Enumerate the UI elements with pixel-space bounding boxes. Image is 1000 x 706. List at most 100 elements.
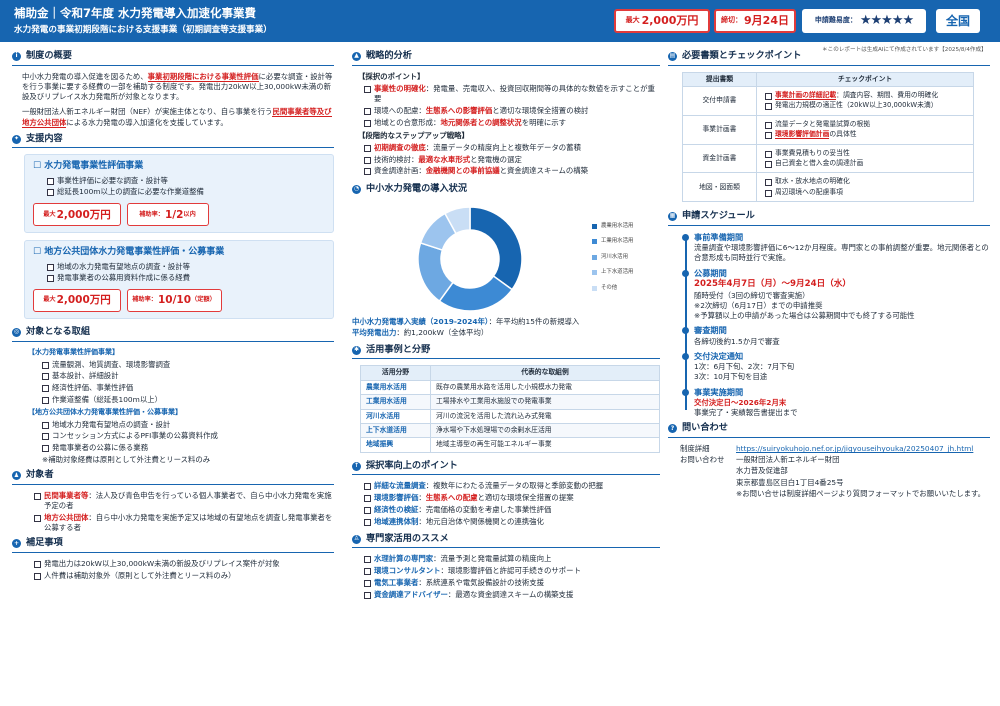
list-item: 水理計算の専門家：流量予測と発電量試算の精度向上	[352, 554, 660, 564]
deadline-badge: 締切： 9月24日	[714, 9, 796, 33]
list-item: 資金調達計画：金融機関との事前協議と資金調達スキームの構築	[352, 166, 660, 176]
support-box-2: ☐ 地方公共団体水力発電事業性評価・公募事業 地域の水力発電有望地点の調査・設計…	[24, 240, 334, 320]
timeline-step: 審査期間 各締切後約1.5か月で審査	[682, 325, 990, 347]
max-amount-badge: 最大 2,000万円	[614, 9, 710, 33]
table-row: 資金計画書 事業費見積もりの妥当性 自己資金と借入金の調達計画	[682, 143, 974, 174]
arrow-up-icon: ↑	[352, 461, 361, 471]
table-row: 河川水活用 河川の流況を活用した流れ込み式発電	[360, 408, 660, 424]
adoption-stats: 中小水力発電導入実績（2019-2024年）：年平均約15件の新規導入 平均発電…	[352, 317, 580, 337]
chart-legend: 農業用水活用 工業用水活用 河川水活用上下水道活用 その他	[592, 219, 633, 300]
legend-label: その他	[601, 284, 618, 291]
list-item: 地域の水力発電有望地点の調査・設計等	[33, 262, 325, 272]
list-item: 環境影響評価：生態系への配慮と適切な環境保全措置の提案	[352, 493, 660, 503]
list-item: 電気工事業者：系統連系や電気設備設計の技術支援	[352, 578, 660, 588]
legend-swatch	[592, 285, 597, 291]
list-item: 初期調査の徹底：流量データの精度向上と複数年データの蓄積	[352, 143, 660, 153]
strategy-heading: ▲ 戦略的分析	[352, 50, 660, 66]
rate-pill: 補助率： 1/2 以内	[127, 203, 209, 227]
list-item: 詳細な流量調査：複数年にわたる流量データの取得と季節変動の把握	[352, 481, 660, 491]
schedule-timeline: 事前準備期間 流量調査や環境影響評価に6～12か月程度。専門家との事前調整が重要…	[682, 232, 990, 419]
eligible-heading: ♟ 対象者	[12, 469, 334, 486]
bulb-icon: ✱	[352, 345, 361, 355]
list-item: 経済性の検証：売電価格の変動を考慮した事業性評価	[352, 505, 660, 515]
overview-paragraph-2: 一般財団法人新エネルギー財団（NEF）が実施主体となり、自ら事業を行う民間事業者…	[22, 107, 332, 128]
overview-paragraph-1: 中小水力発電の導入促進を図るため、事業初期段階における事業性評価に必要な調査・設…	[22, 71, 333, 102]
timeline-step: 事前準備期間 流量調査や環境影響評価に6～12か月程度。専門家との事前調整が重要…	[682, 231, 989, 263]
list-item: 発電事業者の公募に係る業務	[12, 443, 334, 453]
list-item: 資金調達アドバイザー：最適な資金調達スキームの構築支援	[352, 590, 660, 600]
usecase-table: 活用分野 代表的な取組例 農業用水活用 既存の農業用水路を活用した小規模水力発電 工…	[360, 365, 660, 453]
contact-info: 制度詳細 https://suiryokuhojo.nef.or.jp/jigyo…	[680, 444, 986, 498]
pie-chart-icon: ◔	[352, 184, 361, 194]
list-item: 環境への配慮：生態系への影響評価と適切な環境保全措置の検討	[352, 106, 660, 116]
supplement-heading: + 補足事項	[12, 537, 334, 554]
timeline-step: 公募期間 2025年4月7日（月）～9月24日（水） 随時受付（3回の締切で審査…	[682, 268, 990, 322]
legend-item: 上下水道活用	[592, 269, 633, 276]
list-item: 地域連携体制：地元自治体や関係機関との連携強化	[352, 517, 660, 527]
table-row: 交付申請書 事業計画の詳細記載：調査内容、期間、費用の明確化 発電出力規模の適正…	[682, 86, 974, 116]
right-column: ▤ 必要書類とチェックポイント 提出書類 チェックポイント 交付申請書 事業計画の詳…	[668, 50, 990, 500]
table-row: 地図・図面類 取水・放水地点の明確化 周辺環境への配慮事項	[682, 172, 974, 203]
legend-label: 上下水道活用	[601, 269, 634, 276]
list-item: 技術的検討：最適な水車形式と発電機の選定	[352, 155, 660, 165]
middle-column: ▲ 戦略的分析 【採択のポイント】 事業性の明確化：発電量、売電収入、投資回収期間…	[352, 50, 660, 601]
table-row: 地域振興 地域主導型の再生可能エネルギー事業	[360, 437, 660, 453]
targets-note: ※補助対象経費は原則として外注費とリース料のみ	[42, 455, 211, 465]
document-icon: ▤	[668, 51, 677, 61]
docs-table: 提出書類 チェックポイント 交付申請書 事業計画の詳細記載：調査内容、期間、費用の…	[682, 71, 974, 203]
list-item: 環境コンサルタント：環境影響評価と許認可手続きのサポート	[352, 566, 660, 576]
list-item: 総延長100m以上の調査に必要な作業道整備	[33, 187, 325, 197]
page-title: 補助金｜令和7年度 水力発電導入加速化事業費	[14, 6, 257, 20]
difficulty-badge: 申請難易度： ★★★★★	[802, 9, 926, 33]
list-item: コンセッション方式によるPFI事業の公募資料作成	[12, 431, 334, 441]
left-column: i 制度の概要 中小水力発電の導入促進を図るため、事業初期段階における事業性評価に…	[12, 50, 334, 581]
plus-icon: +	[12, 539, 21, 549]
legend-item: 工業用水活用	[592, 238, 633, 245]
overview-heading: i 制度の概要	[12, 50, 334, 66]
donut-chart	[417, 206, 523, 313]
list-item: 経済性評価、事業性評価	[12, 383, 334, 393]
amount-pill: 最大 2,000万円	[33, 289, 121, 313]
adoption-heading: ◔ 中小水力発電の導入状況	[352, 182, 468, 194]
improve-heading: ↑ 採択率向上のポイント	[352, 460, 660, 476]
legend-label: 工業用水活用	[601, 238, 634, 245]
list-item: 事業性評価に必要な調査・設計等	[33, 176, 325, 186]
calendar-icon: ▦	[668, 211, 677, 221]
amount-pill: 最大 2,000万円	[33, 203, 121, 227]
targets-heading: ◎ 対象となる取組	[12, 326, 334, 342]
legend-item: その他	[592, 285, 633, 292]
table-row: 工業用水活用 工場排水や工業用水施設での発電事業	[360, 394, 660, 410]
region-badge: 全国	[936, 9, 980, 33]
list-item: 発電事業者の公募用資料作成に係る経費	[33, 273, 325, 283]
list-item: 基本設計、詳細設計	[12, 371, 334, 381]
rate-pill: 補助率： 10/10 （定額）	[127, 289, 222, 313]
experts-heading: ♙ 専門家活用のススメ	[352, 533, 660, 549]
contact-heading: ? 問い合わせ	[668, 422, 990, 439]
list-item: 地域との合意形成：地元関係者との調整状況を明確に示す	[352, 118, 660, 128]
legend-swatch	[592, 254, 597, 260]
legend-label: 農業用水活用	[601, 222, 634, 229]
legend-swatch	[592, 239, 597, 245]
table-row: 事業計画書 流量データと発電量試算の根拠 環境影響評価計画の具体性	[682, 114, 974, 145]
target-icon: ◎	[12, 328, 21, 337]
support-box-1: ☐ 水力発電事業性評価事業 事業性評価に必要な調査・設計等 総延長100m以上の…	[24, 154, 334, 234]
chart-icon: ▲	[352, 51, 361, 61]
list-item: 地域水力発電有望地点の調査・設計	[12, 420, 334, 430]
info-icon: i	[12, 51, 21, 61]
list-item: 地方公共団体：自ら中小水力発電を実施予定又は地域の有望地点を調査し発電事業者を公…	[12, 513, 334, 533]
star-rating: ★★★★★	[859, 13, 914, 29]
support-heading: ✦ 支援内容	[12, 133, 334, 149]
list-item: 民間事業者等：法人及び青色申告を行っている個人事業者で、自ら中小水力発電を実施予…	[12, 491, 334, 511]
list-item: 作業道整備（総延長100m以上）	[12, 395, 334, 405]
legend-label: 河川水活用	[601, 253, 628, 260]
users-icon: ♟	[12, 471, 21, 481]
usecase-heading: ✱ 活用事例と分野	[352, 344, 660, 360]
details-link[interactable]: https://suiryokuhojo.nef.or.jp/jigyousei…	[736, 444, 973, 454]
table-row: 農業用水活用 既存の農業用水路を活用した小規模水力発電	[360, 379, 660, 396]
legend-item: 河川水活用	[592, 254, 633, 261]
timeline-step: 交付決定通知 1次：6月下旬、2次：7月下旬 3次：10月下旬を目途	[682, 351, 990, 383]
list-item: 事業性の明確化：発電量、売電収入、投資回収期間等の具体的な数値を示すことが重要	[352, 84, 660, 104]
page-subtitle: 水力発電の事業初期段階における支援事業（初期調査等支援事業）	[14, 25, 272, 35]
list-item: 発電出力は20kW以上30,000kW未満の新設及びリプレイス案件が対象	[12, 559, 334, 569]
schedule-heading: ▦ 申請スケジュール	[668, 210, 990, 226]
